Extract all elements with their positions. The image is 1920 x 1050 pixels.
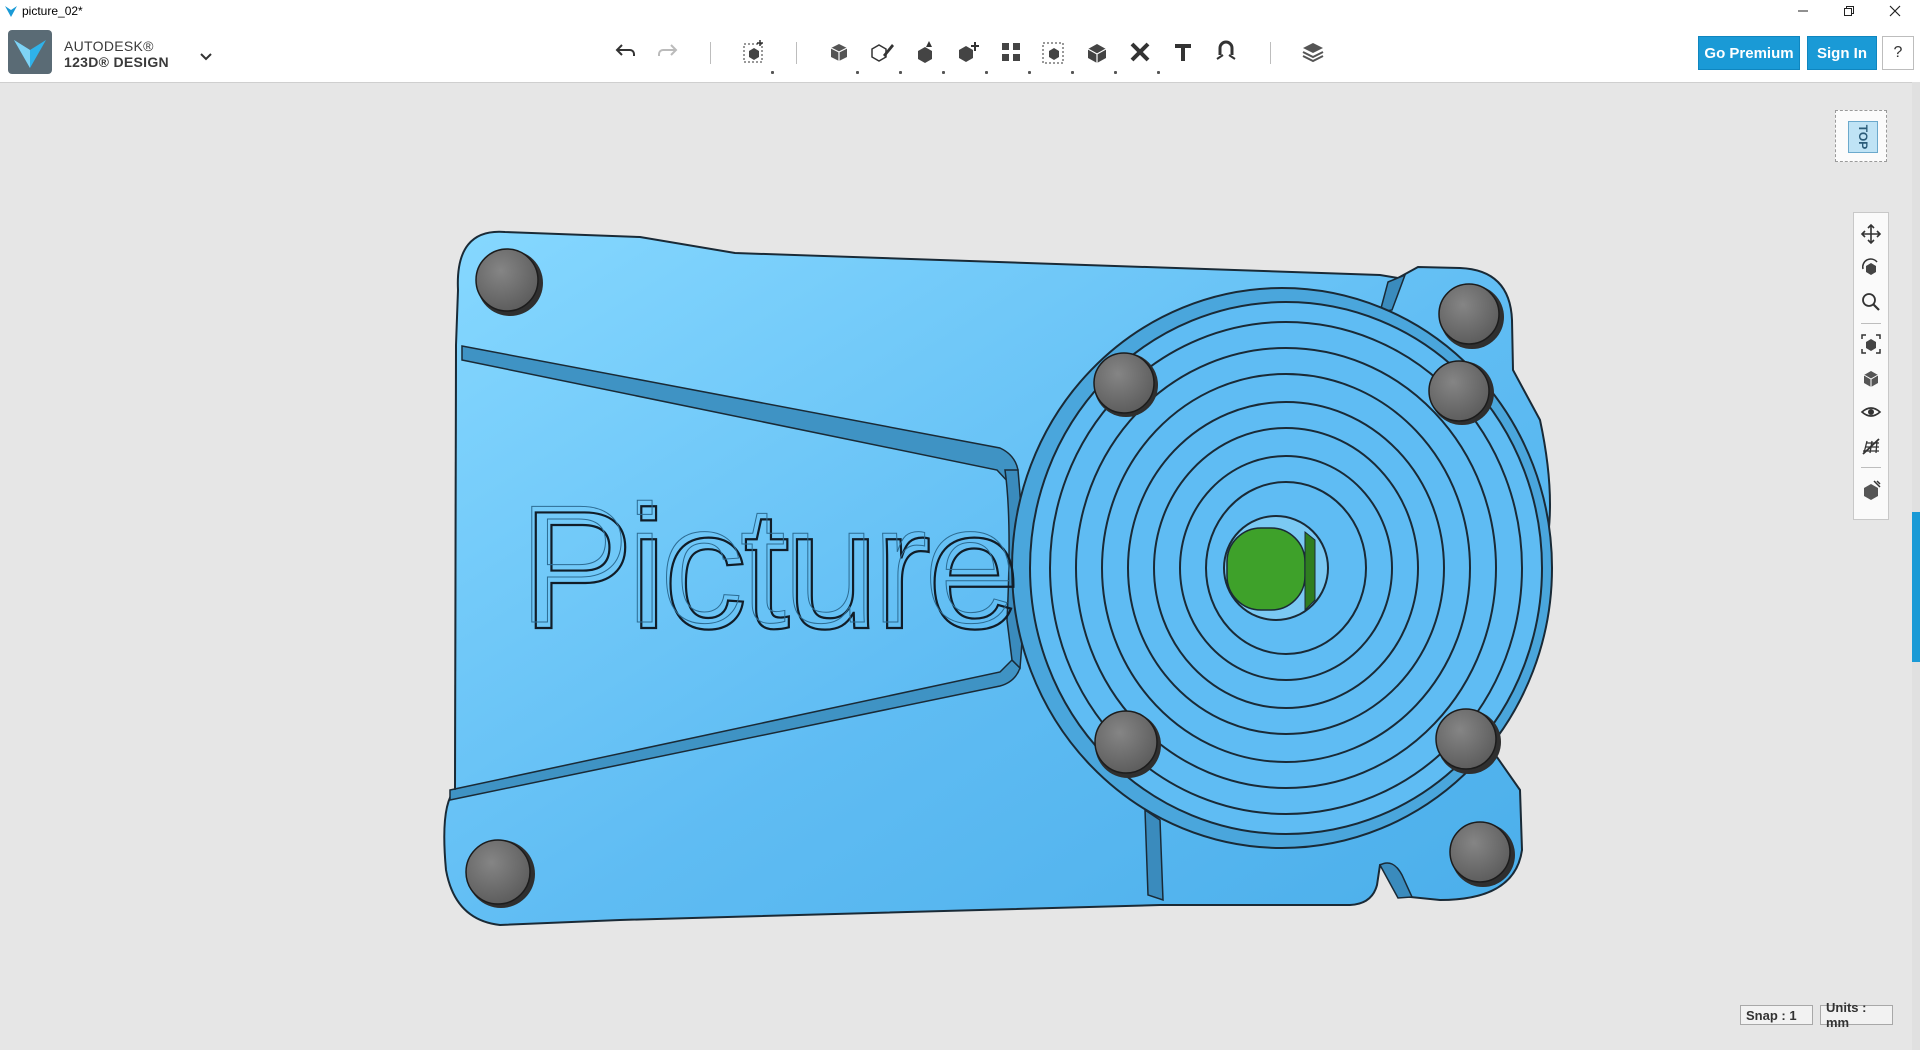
zoom-magnifier-icon <box>1862 293 1880 311</box>
toolbar-separator <box>796 42 797 64</box>
redo-button[interactable] <box>651 36 683 68</box>
close-button[interactable] <box>1872 0 1918 22</box>
orbit-icon <box>1861 258 1878 275</box>
grouping-icon <box>1042 42 1064 64</box>
grid-toggle-button[interactable] <box>1858 433 1884 459</box>
app-logo-icon[interactable] <box>8 30 52 74</box>
bolt-disc-upper-left[interactable] <box>1093 352 1158 417</box>
orbit-button[interactable] <box>1858 255 1884 281</box>
scrollbar-thumb[interactable] <box>1912 512 1920 662</box>
delete-x-icon <box>1130 42 1150 62</box>
submenu-dot <box>856 71 859 74</box>
help-button[interactable]: ? <box>1882 36 1914 70</box>
left-edge <box>454 344 457 791</box>
pattern-tool-button[interactable] <box>995 36 1031 74</box>
right-panel-scrollbar[interactable] <box>1912 82 1920 1050</box>
pan-arrows-icon <box>1860 223 1882 245</box>
text-tool-button[interactable] <box>1167 36 1199 68</box>
brand-company: AUTODESK® <box>64 38 154 54</box>
view-cube[interactable]: TOP <box>1835 110 1887 162</box>
units-status[interactable]: Units : mm <box>1820 1000 1893 1030</box>
pattern-grid-icon <box>1002 43 1020 61</box>
restore-icon <box>1844 6 1854 16</box>
restore-button[interactable] <box>1826 0 1872 22</box>
snap-tool-button[interactable] <box>1210 36 1242 68</box>
minimize-icon <box>1798 10 1808 12</box>
undo-button[interactable] <box>610 36 642 68</box>
3d-viewport[interactable]: Picture Picture <box>0 83 1910 1050</box>
plate-model[interactable]: Picture Picture <box>443 230 1553 927</box>
materials-tool-button[interactable] <box>1297 36 1329 68</box>
submenu-dot <box>1071 71 1074 74</box>
text-t-icon <box>1175 44 1191 61</box>
sign-in-button[interactable]: Sign In <box>1807 36 1877 70</box>
submenu-dot <box>1157 71 1160 74</box>
sketch-pencil-icon <box>871 44 894 62</box>
bottom-step <box>1144 808 1164 902</box>
grouping-tool-button[interactable] <box>1038 36 1074 74</box>
nav-separator <box>1861 467 1881 468</box>
navigation-bar <box>1853 212 1889 520</box>
grid-icon <box>1862 438 1880 455</box>
snap-status[interactable]: Snap : 1 <box>1740 1005 1813 1025</box>
nav-separator <box>1861 323 1881 324</box>
go-premium-button[interactable]: Go Premium <box>1698 36 1800 70</box>
combine-tool-button[interactable] <box>1081 36 1117 74</box>
submenu-dot <box>899 71 902 74</box>
material-toggle-button[interactable] <box>1858 477 1884 503</box>
combine-icon <box>1087 44 1107 63</box>
embossed-text-shadow: Picture <box>518 470 1013 658</box>
transform-tool-button[interactable] <box>738 36 774 74</box>
undo-icon <box>615 44 635 56</box>
materials-layers-icon <box>1302 43 1324 63</box>
app-small-logo-icon <box>5 6 17 17</box>
delete-tool-button[interactable] <box>1124 36 1160 74</box>
submenu-dot <box>985 71 988 74</box>
primitives-cube-icon <box>830 44 848 61</box>
construct-extrude-icon <box>918 41 932 63</box>
center-square-cell[interactable] <box>1226 527 1306 611</box>
app-menu-chevron-icon[interactable] <box>196 48 216 64</box>
sketch-tool-button[interactable] <box>866 36 902 74</box>
view-cube-top-face[interactable]: TOP <box>1848 121 1878 153</box>
view-cube-label: TOP <box>1855 124 1870 150</box>
submenu-dot <box>1114 71 1117 74</box>
construct-tool-button[interactable] <box>909 36 945 74</box>
fit-view-icon <box>1861 334 1881 354</box>
main-toolbar: AUTODESK® 123D® DESIGN Go Premium Sign I… <box>0 22 1920 83</box>
material-cube-icon <box>1864 480 1881 500</box>
eye-icon <box>1860 407 1882 417</box>
transform-icon <box>743 40 763 63</box>
toolbar-separator <box>710 42 711 64</box>
submenu-dot <box>942 71 945 74</box>
zoom-button[interactable] <box>1858 289 1884 315</box>
brand-product: 123D® DESIGN <box>64 54 169 70</box>
modify-press-pull-icon <box>959 42 979 62</box>
window-title: picture_02* <box>22 4 83 18</box>
pan-button[interactable] <box>1858 221 1884 247</box>
close-icon <box>1889 5 1901 17</box>
snap-magnet-icon <box>1216 40 1236 60</box>
fit-view-button[interactable] <box>1858 331 1884 357</box>
toolbar-separator <box>1270 42 1271 64</box>
center-square-bevel <box>1304 530 1316 612</box>
perspective-cube-icon <box>1863 371 1879 387</box>
submenu-dot <box>771 71 774 74</box>
submenu-dot <box>1028 71 1031 74</box>
minimize-button[interactable] <box>1780 0 1826 22</box>
visibility-button[interactable] <box>1858 399 1884 425</box>
window-title-bar: picture_02* <box>0 0 1920 22</box>
perspective-button[interactable] <box>1858 365 1884 391</box>
redo-icon <box>658 44 678 56</box>
modify-tool-button[interactable] <box>952 36 988 74</box>
primitives-tool-button[interactable] <box>823 36 859 74</box>
